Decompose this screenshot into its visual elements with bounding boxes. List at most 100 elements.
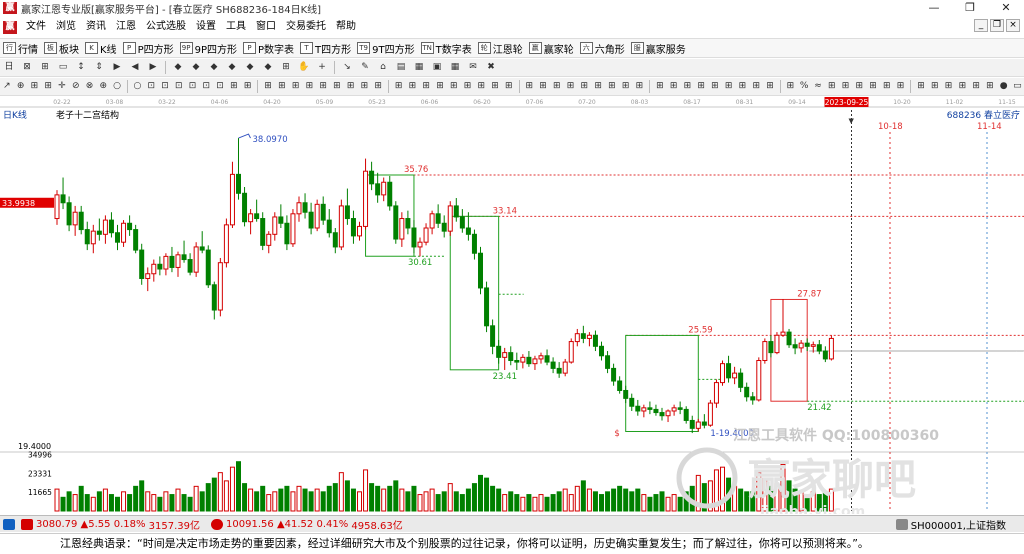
- gann-tool-52-icon[interactable]: ⊞: [751, 80, 761, 93]
- gann-tool-48-icon[interactable]: ⊞: [696, 80, 706, 93]
- draw-tool-18-icon[interactable]: ↘: [340, 61, 354, 74]
- close-button[interactable]: ✕: [988, 0, 1024, 16]
- draw-tool-25-icon[interactable]: ✉: [466, 61, 480, 74]
- gann-tool-37-icon[interactable]: ⊞: [538, 80, 548, 93]
- gann-tool-20-icon[interactable]: ⊞: [291, 80, 301, 93]
- toolbar-button-4[interactable]: 9P 9P四方形: [179, 41, 237, 56]
- gann-tool-26-icon[interactable]: ⊞: [373, 80, 383, 93]
- gann-tool-19-icon[interactable]: ⊞: [277, 80, 287, 93]
- sh-index-block[interactable]: 3080.79 ▲5.55 0.18% 3157.39亿: [36, 517, 200, 532]
- toolbar-button-2[interactable]: K K线: [85, 41, 117, 56]
- gann-tool-18-icon[interactable]: ⊞: [263, 80, 273, 93]
- maximize-button[interactable]: ❐: [952, 0, 988, 16]
- gann-tool-0-icon[interactable]: ↗: [2, 80, 12, 93]
- mdi-close-button[interactable]: ×: [1006, 19, 1020, 32]
- gann-tool-41-icon[interactable]: ⊞: [593, 80, 603, 93]
- gann-tool-29-icon[interactable]: ⊞: [421, 80, 431, 93]
- gann-tool-25-icon[interactable]: ⊞: [360, 80, 370, 93]
- kline-chart[interactable]: 02-22 03-08 03-22 04-06 04-20 05-09 05-23 06-06…: [0, 96, 1024, 520]
- gann-tool-6-icon[interactable]: ⊗: [85, 80, 95, 93]
- toolbar-button-11[interactable]: 六六角形: [579, 41, 625, 56]
- gann-tool-54-icon[interactable]: ⊞: [786, 80, 796, 93]
- gann-tool-65-icon[interactable]: ⊞: [944, 80, 954, 93]
- gann-tool-55-icon[interactable]: %: [799, 80, 809, 93]
- draw-tool-17-icon[interactable]: +: [315, 61, 329, 74]
- gann-tool-33-icon[interactable]: ⊞: [476, 80, 486, 93]
- menu-window[interactable]: 窗口: [251, 17, 281, 37]
- toolbar-button-1[interactable]: 板板块: [44, 41, 79, 56]
- gann-tool-30-icon[interactable]: ⊞: [435, 80, 445, 93]
- gann-tool-4-icon[interactable]: ✛: [57, 80, 67, 93]
- gann-tool-57-icon[interactable]: ⊞: [827, 80, 837, 93]
- draw-tool-3-icon[interactable]: ▭: [56, 61, 70, 74]
- gann-tool-22-icon[interactable]: ⊞: [318, 80, 328, 93]
- gann-tool-38-icon[interactable]: ⊞: [552, 80, 562, 93]
- draw-tool-2-icon[interactable]: ⊞: [38, 61, 52, 74]
- sz-index-block[interactable]: 10091.56 ▲41.52 0.41% 4958.63亿: [226, 517, 403, 532]
- menu-tools[interactable]: 工具: [221, 17, 251, 37]
- toolbar-button-12[interactable]: 服赢家服务: [630, 41, 686, 56]
- draw-tool-23-icon[interactable]: ▣: [430, 61, 444, 74]
- gann-tool-11-icon[interactable]: ⊡: [160, 80, 170, 93]
- gann-tool-51-icon[interactable]: ⊞: [738, 80, 748, 93]
- gann-tool-43-icon[interactable]: ⊞: [621, 80, 631, 93]
- gann-tool-67-icon[interactable]: ⊞: [971, 80, 981, 93]
- gann-tool-9-icon[interactable]: ○: [133, 80, 143, 93]
- gann-tool-49-icon[interactable]: ⊞: [710, 80, 720, 93]
- draw-tool-1-icon[interactable]: ⊠: [20, 61, 34, 74]
- toolbar-button-6[interactable]: T T四方形: [300, 41, 351, 56]
- gann-tool-14-icon[interactable]: ⊡: [201, 80, 211, 93]
- gann-tool-66-icon[interactable]: ⊞: [957, 80, 967, 93]
- menu-browse[interactable]: 浏览: [51, 17, 81, 37]
- gann-tool-16-icon[interactable]: ⊞: [229, 80, 239, 93]
- mdi-minimize-button[interactable]: _: [974, 19, 988, 32]
- gann-tool-34-icon[interactable]: ⊞: [490, 80, 500, 93]
- draw-tool-16-icon[interactable]: ✋: [297, 61, 311, 74]
- menu-gann[interactable]: 江恩: [111, 17, 141, 37]
- toolbar-button-9[interactable]: 轮江恩轮: [477, 41, 523, 56]
- toolbar-button-7[interactable]: T9 9T四方形: [357, 41, 415, 56]
- draw-tool-8-icon[interactable]: ▶: [146, 61, 160, 74]
- draw-tool-11-icon[interactable]: ◆: [207, 61, 221, 74]
- menu-help[interactable]: 帮助: [331, 17, 361, 37]
- gann-tool-70-icon[interactable]: ▭: [1013, 80, 1023, 93]
- draw-tool-9-icon[interactable]: ◆: [171, 61, 185, 74]
- gann-tool-68-icon[interactable]: ⊞: [985, 80, 995, 93]
- gann-tool-7-icon[interactable]: ⊕: [98, 80, 108, 93]
- draw-tool-26-icon[interactable]: ✖: [484, 61, 498, 74]
- draw-tool-10-icon[interactable]: ◆: [189, 61, 203, 74]
- gann-tool-23-icon[interactable]: ⊞: [332, 80, 342, 93]
- draw-tool-20-icon[interactable]: ⌂: [376, 61, 390, 74]
- gann-tool-59-icon[interactable]: ⊞: [854, 80, 864, 93]
- index-selector[interactable]: SH000001,上证指数: [893, 517, 1006, 532]
- menu-trade[interactable]: 交易委托: [281, 17, 331, 37]
- gann-tool-63-icon[interactable]: ⊞: [916, 80, 926, 93]
- draw-tool-21-icon[interactable]: ▤: [394, 61, 408, 74]
- gann-tool-3-icon[interactable]: ⊞: [43, 80, 53, 93]
- gann-tool-44-icon[interactable]: ⊞: [635, 80, 645, 93]
- draw-tool-7-icon[interactable]: ◀: [128, 61, 142, 74]
- draw-tool-14-icon[interactable]: ◆: [261, 61, 275, 74]
- toolbar-button-10[interactable]: 赢赢家轮: [528, 41, 574, 56]
- menu-file[interactable]: 文件: [21, 17, 51, 37]
- draw-tool-24-icon[interactable]: ▦: [448, 61, 462, 74]
- gann-tool-60-icon[interactable]: ⊞: [868, 80, 878, 93]
- gann-tool-45-icon[interactable]: ⊞: [655, 80, 665, 93]
- draw-tool-6-icon[interactable]: ▶: [110, 61, 124, 74]
- gann-tool-2-icon[interactable]: ⊞: [30, 80, 40, 93]
- toolbar-button-0[interactable]: 行行情: [3, 41, 38, 56]
- gann-tool-50-icon[interactable]: ⊞: [724, 80, 734, 93]
- draw-tool-13-icon[interactable]: ◆: [243, 61, 257, 74]
- menu-news[interactable]: 资讯: [81, 17, 111, 37]
- gann-tool-58-icon[interactable]: ⊞: [841, 80, 851, 93]
- gann-tool-10-icon[interactable]: ⊡: [146, 80, 156, 93]
- gann-tool-27-icon[interactable]: ⊞: [394, 80, 404, 93]
- gann-tool-47-icon[interactable]: ⊞: [683, 80, 693, 93]
- draw-tool-5-icon[interactable]: ⇕: [92, 61, 106, 74]
- gann-tool-31-icon[interactable]: ⊞: [449, 80, 459, 93]
- gann-tool-35-icon[interactable]: ⊞: [504, 80, 514, 93]
- gann-tool-61-icon[interactable]: ⊞: [882, 80, 892, 93]
- gann-tool-39-icon[interactable]: ⊞: [566, 80, 576, 93]
- gann-tool-40-icon[interactable]: ⊞: [579, 80, 589, 93]
- mdi-restore-button[interactable]: ❐: [990, 19, 1004, 32]
